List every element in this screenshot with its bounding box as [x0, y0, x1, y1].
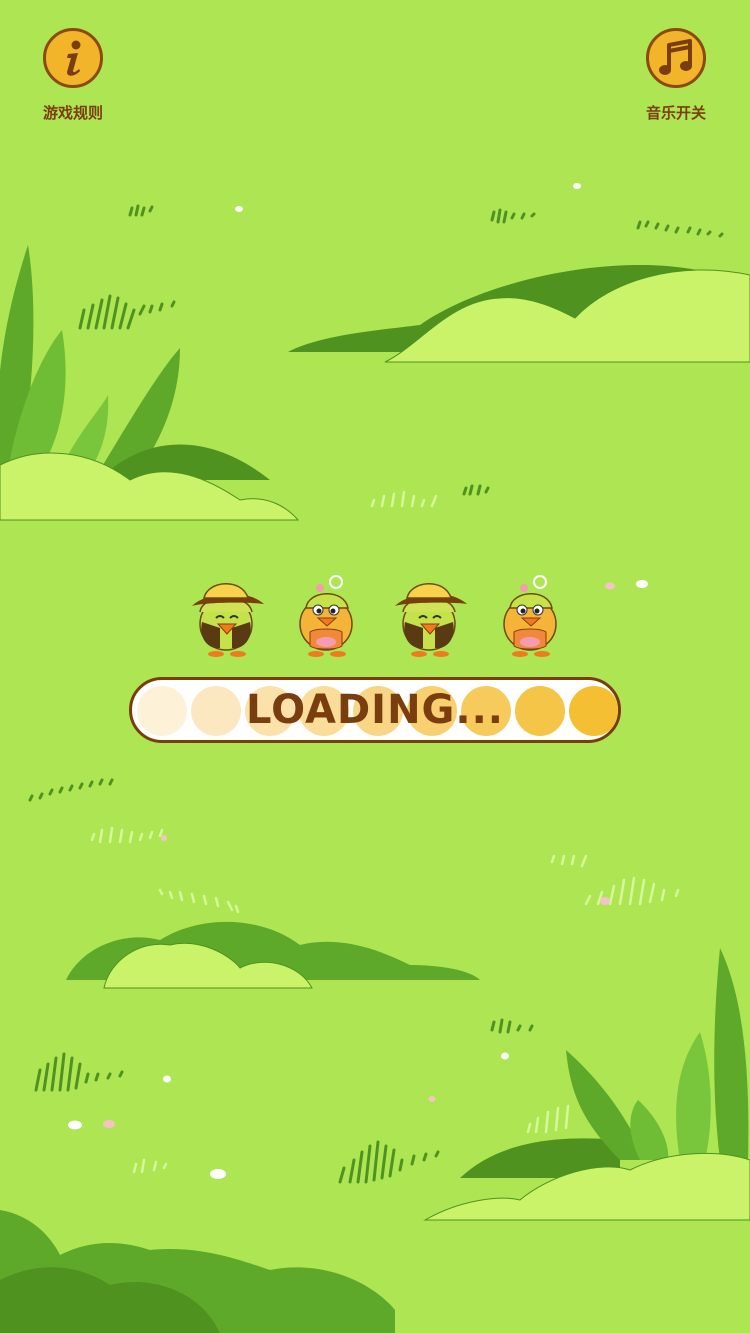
- music-note-icon: [646, 28, 706, 88]
- character-row: [191, 575, 557, 658]
- rules-label: 游戏规则: [42, 104, 103, 122]
- info-icon: [43, 28, 103, 88]
- loading-text: LOADING...: [246, 687, 504, 733]
- bushes-top-right: [288, 265, 750, 363]
- bushes-middle: [66, 921, 480, 989]
- duck-explorer-2: [394, 582, 468, 658]
- duck-girl-2: [503, 575, 557, 658]
- music-toggle-button[interactable]: 音乐开关: [631, 28, 721, 123]
- bush-bottom-left: [0, 1210, 395, 1333]
- loading-progress-bar: LOADING...: [129, 677, 621, 743]
- music-label: 音乐开关: [645, 104, 706, 122]
- duck-explorer-1: [191, 582, 265, 658]
- leaves-bottom-right: [423, 948, 750, 1221]
- duck-girl-1: [299, 575, 353, 658]
- leaves-top-left: [0, 245, 300, 521]
- meadow-background: [0, 183, 750, 1333]
- rules-button[interactable]: 游戏规则: [28, 28, 118, 123]
